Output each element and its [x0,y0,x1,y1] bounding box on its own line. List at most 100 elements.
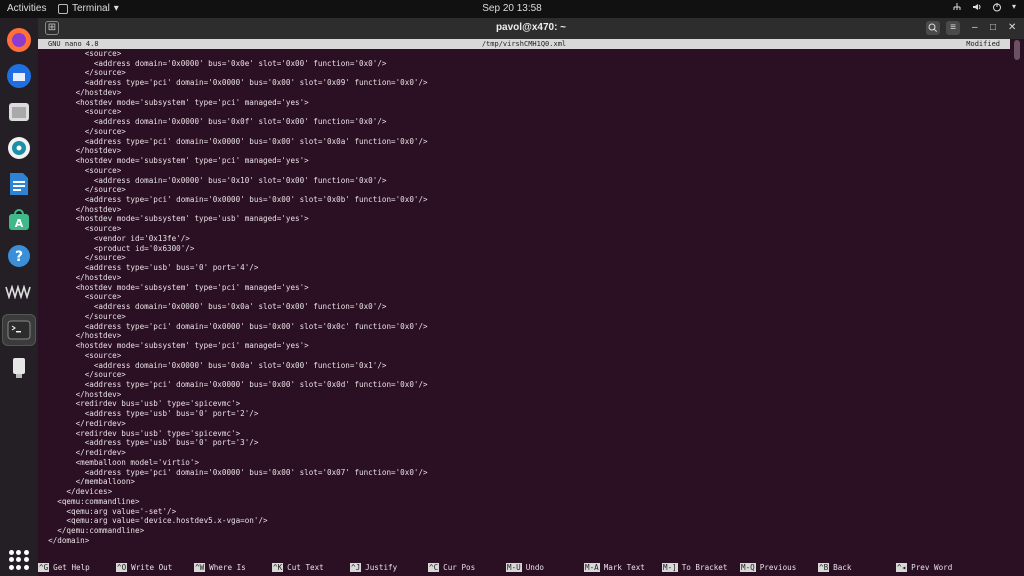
shortcut-label: Cut Text [287,563,324,572]
dock-writer[interactable] [5,170,33,198]
shortcut-label: Cur Pos [443,563,476,572]
minimize-icon[interactable]: – [972,22,978,33]
editor-line[interactable]: <hostdev mode='subsystem' type='pci' man… [39,98,999,108]
menu-icon[interactable]: ≡ [946,21,960,35]
dock-terminal[interactable] [2,314,36,346]
editor-line[interactable]: <qemu:commandline> [39,497,999,507]
rhythmbox-icon [8,137,30,159]
editor-line[interactable]: <hostdev mode='subsystem' type='pci' man… [39,156,999,166]
editor-line[interactable]: </redirdev> [39,419,999,429]
editor-line[interactable]: <memballoon model='virtio'> [39,458,999,468]
editor-line[interactable]: <source> [39,49,999,59]
dock-thunderbird[interactable] [5,62,33,90]
dock-usb-drive[interactable] [5,354,33,382]
editor-line[interactable]: <product id='0x6300'/> [39,244,999,254]
shortcut-item[interactable]: M-A Mark Text [584,563,645,572]
editor-line[interactable]: </hostdev> [39,273,999,283]
editor-line[interactable]: <address type='usb' bus='0' port='4'/> [39,263,999,273]
thunderbird-icon [7,64,31,88]
editor-line[interactable]: <address domain='0x0000' bus='0x0e' slot… [39,59,999,69]
editor-line[interactable]: <address domain='0x0000' bus='0x10' slot… [39,176,999,186]
editor-line[interactable]: <source> [39,292,999,302]
scrollbar[interactable] [1014,40,1020,60]
editor-line[interactable]: </source> [39,127,999,137]
shortcut-item[interactable]: M-Q Previous [740,563,796,572]
maximize-icon[interactable]: □ [990,22,996,33]
editor-line[interactable]: <address domain='0x0000' bus='0x0a' slot… [39,302,999,312]
editor-line[interactable]: <source> [39,351,999,361]
shortcut-label: Where Is [209,563,246,572]
dock-virt-manager[interactable] [5,278,33,306]
shortcut-item[interactable]: ^G Get Help [38,563,90,572]
dock-firefox[interactable] [5,26,33,54]
editor-line[interactable]: </source> [39,185,999,195]
editor-line[interactable]: <hostdev mode='subsystem' type='usb' man… [39,214,999,224]
editor-line[interactable]: <address type='pci' domain='0x0000' bus=… [39,468,999,478]
dock-help[interactable]: ? [5,242,33,270]
shortcut-label: Mark Text [603,563,645,572]
editor-line[interactable]: </source> [39,253,999,263]
editor-line[interactable]: <source> [39,107,999,117]
editor-line[interactable]: <vendor id='0x13fe'/> [39,234,999,244]
editor-line[interactable]: <hostdev mode='subsystem' type='pci' man… [39,341,999,351]
editor-line[interactable]: </source> [39,68,999,78]
editor-line[interactable]: </redirdev> [39,448,999,458]
shortcut-item[interactable]: ^K Cut Text [272,563,324,572]
window-header-bar[interactable]: ⊞ pavol@x470: ~ ≡ – □ ✕ [38,18,1024,39]
editor-line[interactable]: </hostdev> [39,331,999,341]
editor-line[interactable]: <redirdev bus='usb' type='spicevmc'> [39,399,999,409]
editor-line[interactable]: <source> [39,224,999,234]
shortcut-label: Get Help [53,563,90,572]
editor-line[interactable]: </hostdev> [39,88,999,98]
editor-line[interactable]: <address type='pci' domain='0x0000' bus=… [39,78,999,88]
editor-line[interactable]: </source> [39,312,999,322]
editor-line[interactable]: </qemu:commandline> [39,526,999,536]
editor-line[interactable]: </memballoon> [39,477,999,487]
editor-line[interactable]: </domain> [39,536,999,546]
editor-line[interactable]: </devices> [39,487,999,497]
editor-line[interactable]: </hostdev> [39,390,999,400]
editor-line[interactable]: </hostdev> [39,205,999,215]
usb-drive-icon [13,358,25,378]
shortcut-item[interactable]: M-] To Bracket [662,563,727,572]
editor-text-area[interactable]: <source> <address domain='0x0000' bus='0… [39,49,999,549]
writer-icon [10,173,28,195]
editor-line[interactable]: </source> [39,370,999,380]
editor-line[interactable]: <source> [39,166,999,176]
shortcut-item[interactable]: ^B Back [818,563,851,572]
shortcut-item[interactable]: ^◂ Prev Word [896,563,952,572]
shortcut-item[interactable]: ^O Write Out [116,563,172,572]
shortcut-item[interactable]: ^C Cur Pos [428,563,475,572]
editor-line[interactable]: <address type='pci' domain='0x0000' bus=… [39,195,999,205]
editor-line[interactable]: </hostdev> [39,146,999,156]
system-tray[interactable]: ▾ [952,2,1016,12]
dock-files[interactable] [5,98,33,126]
shortcut-key: M-Q [740,563,756,572]
editor-line[interactable]: <address type='usb' bus='0' port='3'/> [39,438,999,448]
editor-line[interactable]: <address type='pci' domain='0x0000' bus=… [39,380,999,390]
editor-line[interactable]: <address type='usb' bus='0' port='2'/> [39,409,999,419]
clock[interactable]: Sep 20 13:58 [0,3,1024,14]
editor-line[interactable]: <redirdev bus='usb' type='spicevmc'> [39,429,999,439]
terminal-icon [7,320,31,340]
show-applications-icon[interactable] [9,550,29,570]
editor-line[interactable]: <address type='pci' domain='0x0000' bus=… [39,322,999,332]
editor-line[interactable]: <qemu:arg value='device.hostdev5.x-vga=o… [39,516,999,526]
dock-software[interactable]: A [5,206,33,234]
shortcut-item[interactable]: ^J Justify [350,563,397,572]
editor-line[interactable]: <qemu:arg value='-set'/> [39,507,999,517]
terminal-window[interactable]: ⊞ pavol@x470: ~ ≡ – □ ✕ GNU nano 4.8 /tm… [38,18,1024,576]
volume-icon [972,4,981,10]
editor-line[interactable]: <address type='pci' domain='0x0000' bus=… [39,137,999,147]
close-icon[interactable]: ✕ [1008,22,1016,33]
help-icon: ? [8,245,30,267]
shortcut-item[interactable]: ^W Where Is [194,563,246,572]
search-icon[interactable] [926,21,940,35]
shortcut-item[interactable]: M-U Undo [506,563,544,572]
shortcut-key: ^C [428,563,440,572]
editor-line[interactable]: <address domain='0x0000' bus='0x0a' slot… [39,361,999,371]
editor-line[interactable]: <address domain='0x0000' bus='0x0f' slot… [39,117,999,127]
dock-rhythmbox[interactable] [5,134,33,162]
editor-line[interactable]: <hostdev mode='subsystem' type='pci' man… [39,283,999,293]
shortcut-label: Write Out [131,563,173,572]
